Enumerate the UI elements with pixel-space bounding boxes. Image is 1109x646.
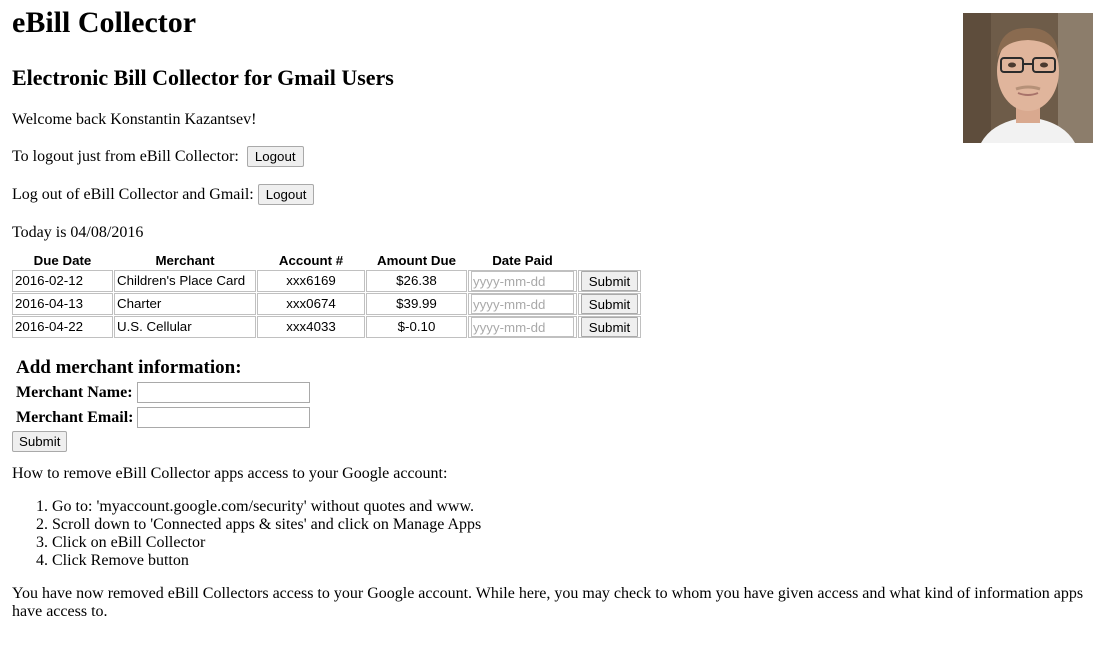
merchant-email-row: Merchant Email:	[16, 405, 1097, 430]
page-content: eBill Collector Electronic Bill Collecto…	[12, 0, 1097, 621]
logout-ebill-button[interactable]: Logout	[246, 146, 304, 167]
amount-cell: $-0.10	[366, 316, 467, 338]
column-header-account: Account #	[278, 253, 344, 268]
merchant-cell: U.S. Cellular	[114, 316, 256, 338]
instructions-list: Go to: 'myaccount.google.com/security' w…	[12, 498, 1097, 570]
date-paid-cell	[468, 293, 577, 315]
column-header-merchant: Merchant	[155, 253, 215, 268]
column-header-amount-due: Amount Due	[376, 253, 457, 268]
bills-table: Due Date Merchant Account # Amount Due D…	[11, 251, 642, 339]
merchant-email-input[interactable]	[137, 407, 311, 428]
account-cell: xxx4033	[257, 316, 365, 338]
merchant-cell: Children's Place Card	[114, 270, 256, 292]
list-item: Scroll down to 'Connected apps & sites' …	[52, 516, 1097, 534]
logout-all-row: Log out of eBill Collector and Gmail: Lo…	[12, 184, 1097, 205]
logout-local-text: To logout just from eBill Collector:	[12, 147, 239, 165]
submit-cell: Submit	[578, 293, 641, 315]
submit-cell: Submit	[578, 316, 641, 338]
submit-cell: Submit	[578, 270, 641, 292]
merchant-name-label: Merchant Name:	[16, 383, 133, 401]
list-item: Go to: 'myaccount.google.com/security' w…	[52, 498, 1097, 516]
table-row: 2016-04-22 U.S. Cellular xxx4033 $-0.10 …	[12, 316, 641, 338]
account-cell: xxx0674	[257, 293, 365, 315]
column-header-due-date: Due Date	[33, 253, 92, 268]
list-item: Click Remove button	[52, 552, 1097, 570]
today-date: Today is 04/08/2016	[12, 224, 144, 241]
logout-all-text: Log out of eBill Collector and Gmail:	[12, 185, 254, 203]
app-title: eBill Collector	[12, 6, 197, 39]
logout-gmail-button[interactable]: Logout	[257, 184, 315, 205]
merchant-cell: Charter	[114, 293, 256, 315]
date-paid-cell	[468, 270, 577, 292]
app-subtitle: Electronic Bill Collector for Gmail User…	[12, 65, 394, 90]
due-date-cell: 2016-04-22	[12, 316, 113, 338]
instructions-final: You have now removed eBill Collectors ac…	[12, 585, 1084, 620]
merchant-email-label: Merchant Email:	[16, 408, 134, 426]
amount-cell: $26.38	[366, 270, 467, 292]
column-header-action	[578, 252, 641, 269]
row-submit-button[interactable]: Submit	[581, 317, 638, 337]
row-submit-button[interactable]: Submit	[581, 294, 638, 314]
add-merchant-heading: Add merchant information:	[16, 357, 242, 378]
bills-header-row: Due Date Merchant Account # Amount Due D…	[12, 252, 641, 269]
list-item: Click on eBill Collector	[52, 534, 1097, 552]
column-header-date-paid: Date Paid	[492, 253, 553, 268]
due-date-cell: 2016-02-12	[12, 270, 113, 292]
date-paid-input[interactable]	[471, 271, 574, 291]
date-paid-input[interactable]	[471, 294, 574, 314]
row-submit-button[interactable]: Submit	[581, 271, 638, 291]
merchant-name-input[interactable]	[136, 382, 310, 403]
amount-cell: $39.99	[366, 293, 467, 315]
merchant-name-row: Merchant Name:	[16, 380, 1097, 405]
date-paid-input[interactable]	[471, 317, 574, 337]
table-row: 2016-02-12 Children's Place Card xxx6169…	[12, 270, 641, 292]
due-date-cell: 2016-04-13	[12, 293, 113, 315]
date-paid-cell	[468, 316, 577, 338]
table-row: 2016-04-13 Charter xxx0674 $39.99 Submit	[12, 293, 641, 315]
instructions-intro: How to remove eBill Collector apps acces…	[12, 465, 448, 482]
welcome-message: Welcome back Konstantin Kazantsev!	[12, 111, 257, 128]
add-merchant-submit-button[interactable]: Submit	[12, 431, 68, 452]
logout-local-row: To logout just from eBill Collector: Log…	[12, 146, 1097, 167]
account-cell: xxx6169	[257, 270, 365, 292]
